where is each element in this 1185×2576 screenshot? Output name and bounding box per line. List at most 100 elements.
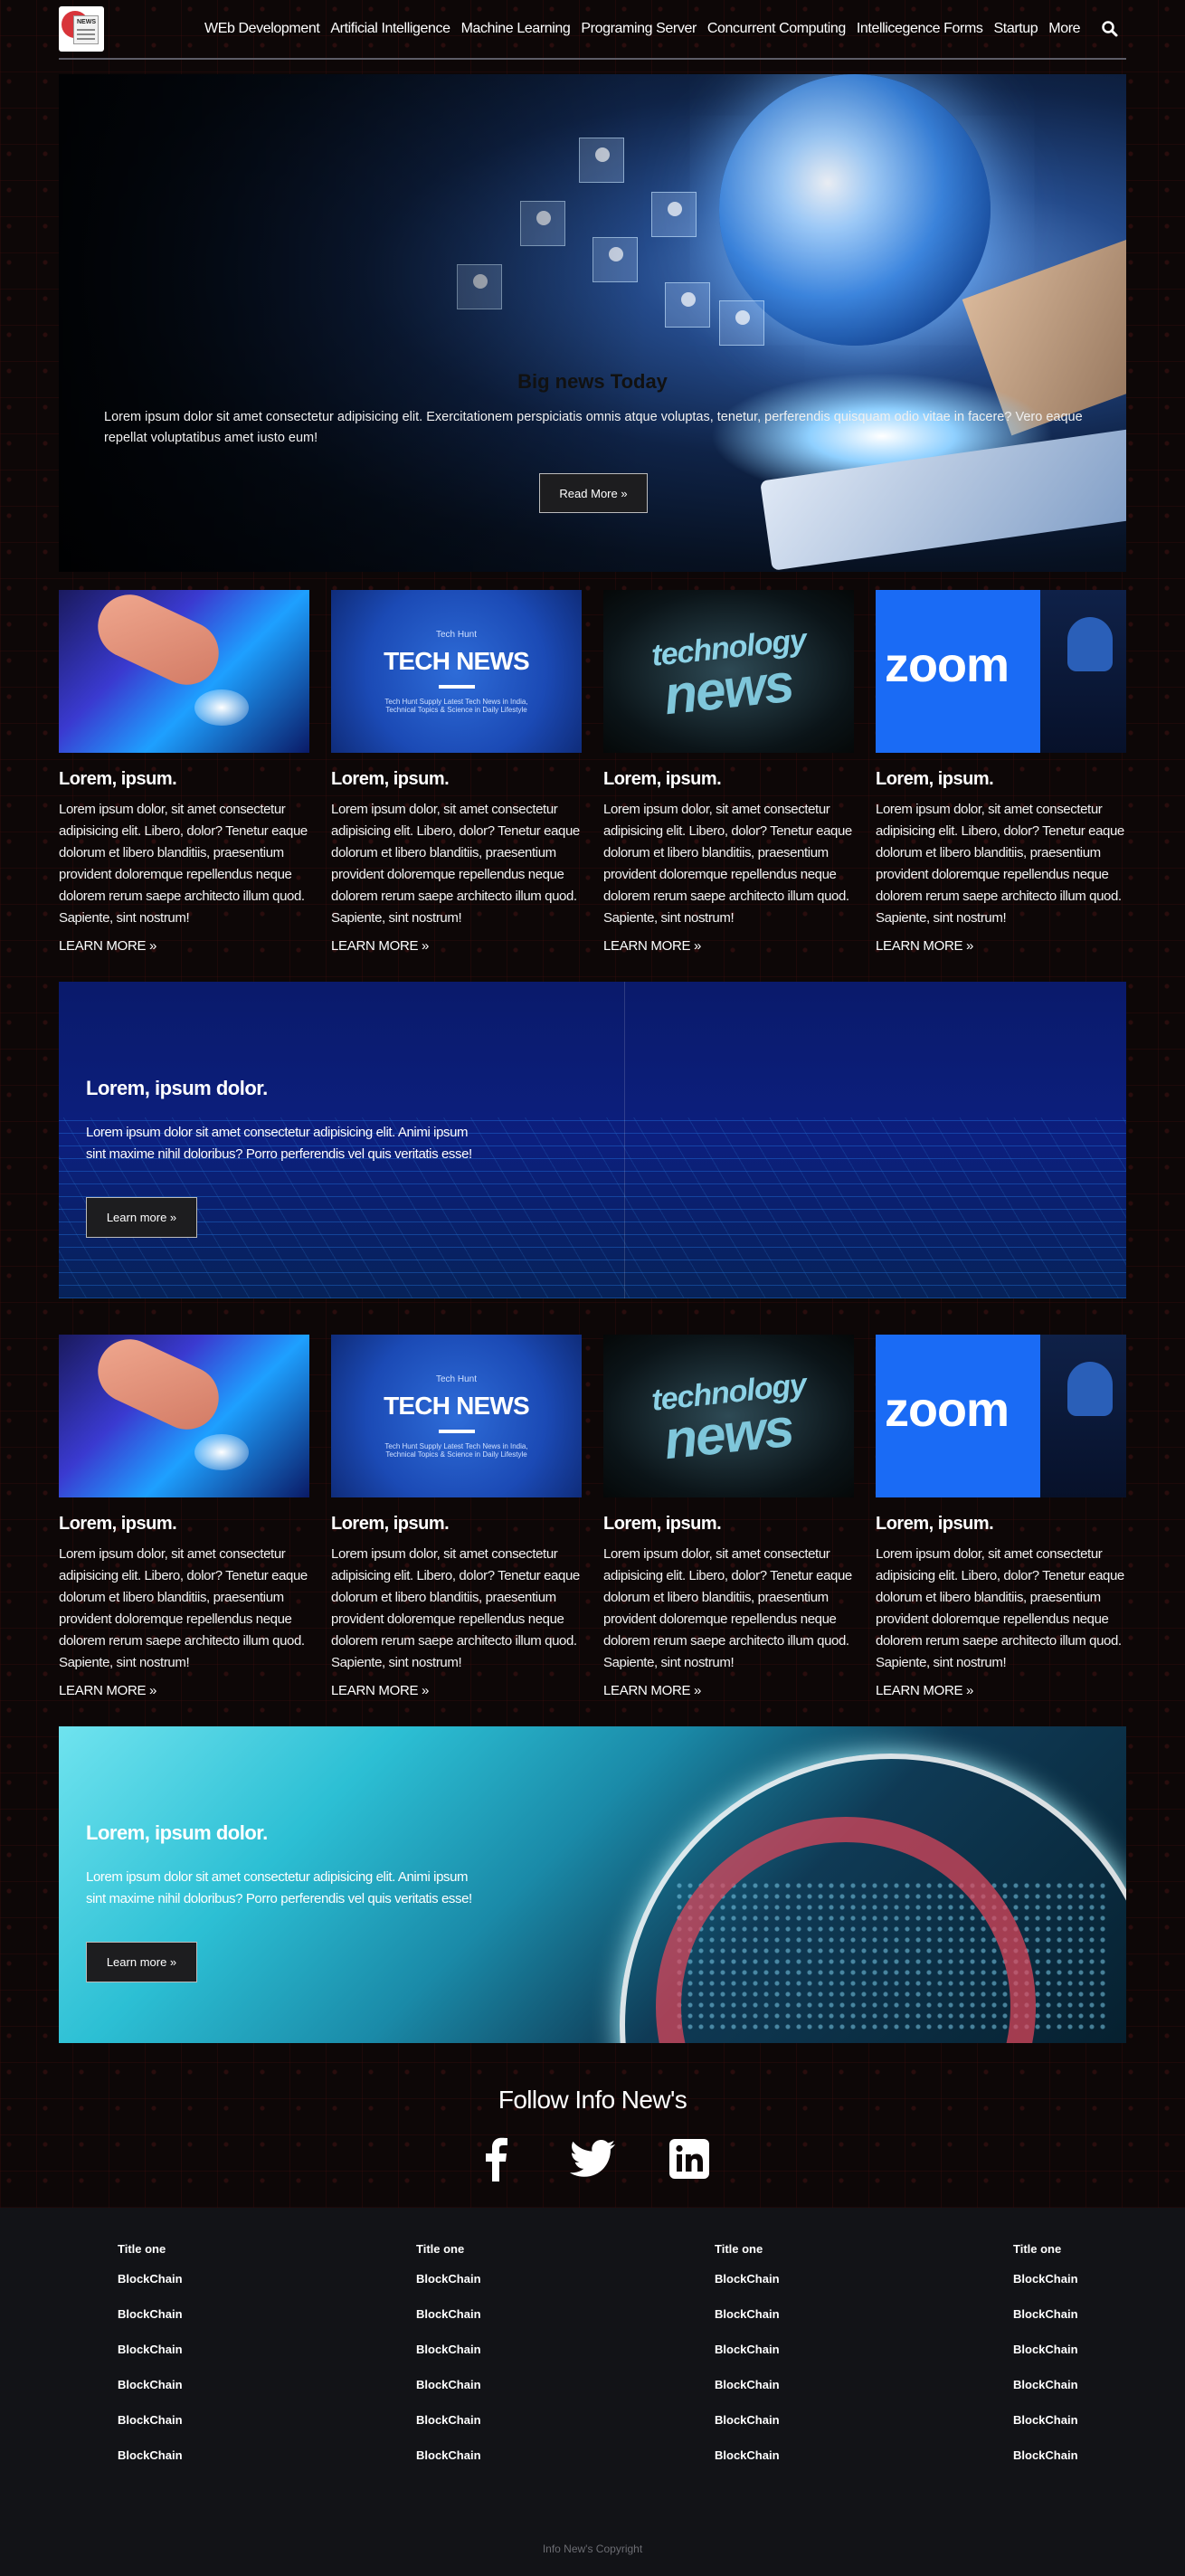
learn-more-link[interactable]: LEARN MORE » — [59, 1683, 309, 1698]
hero-banner: Big news Today Lorem ipsum dolor sit ame… — [59, 74, 1126, 572]
hand-tablet-image[interactable] — [59, 1335, 309, 1497]
card-row-2: Lorem, ipsum. Lorem ipsum dolor, sit ame… — [59, 1335, 1126, 1698]
profile-tile-icon — [651, 192, 697, 237]
logo-newspaper-icon: NEWS — [73, 15, 99, 44]
footer-column: Title one BlockChain BlockChain BlockCha… — [416, 2242, 597, 2484]
top-navbar: NEWS WEb Development Artificial Intellig… — [59, 0, 1126, 60]
footer-column-title: Title one — [416, 2242, 465, 2256]
footer-link[interactable]: BlockChain — [416, 2272, 597, 2307]
learn-more-link[interactable]: LEARN MORE » — [876, 1683, 1126, 1698]
footer-link[interactable]: BlockChain — [715, 2448, 896, 2484]
footer-column: Title one BlockChain BlockChain BlockCha… — [715, 2242, 896, 2484]
twitter-icon[interactable] — [569, 2135, 616, 2182]
footer-link[interactable]: BlockChain — [118, 2307, 299, 2343]
footer-link[interactable]: BlockChain — [416, 2343, 597, 2378]
news-text: news — [661, 651, 796, 726]
zoom-image[interactable]: zoom — [876, 1335, 1126, 1497]
footer-link[interactable]: BlockChain — [715, 2343, 896, 2378]
footer-link[interactable]: BlockChain — [1013, 2378, 1149, 2413]
footer-link[interactable]: BlockChain — [715, 2413, 896, 2448]
footer-link[interactable]: BlockChain — [715, 2378, 896, 2413]
technology-news-image[interactable]: technology news — [603, 1335, 854, 1497]
footer-link[interactable]: BlockChain — [118, 2378, 299, 2413]
article-card: Lorem, ipsum. Lorem ipsum dolor, sit ame… — [59, 1335, 309, 1698]
card-title: Lorem, ipsum. — [59, 1514, 177, 1534]
card-title: Lorem, ipsum. — [331, 769, 450, 789]
nav-item-intellicegence-forms[interactable]: Intellicegence Forms — [851, 21, 989, 37]
logo-text: NEWS — [77, 19, 96, 25]
card-title: Lorem, ipsum. — [603, 1514, 722, 1534]
article-card: technology news Lorem, ipsum. Lorem ipsu… — [603, 1335, 854, 1698]
site-logo[interactable]: NEWS — [59, 6, 104, 52]
zoom-wordmark: zoom — [885, 638, 1010, 692]
card-text: Lorem ipsum dolor, sit amet consectetur … — [59, 1546, 308, 1670]
facebook-icon[interactable] — [472, 2135, 519, 2182]
card-title: Lorem, ipsum. — [603, 769, 722, 789]
card-title: Lorem, ipsum. — [876, 1514, 994, 1534]
tech-image-small-text: Tech Hunt — [435, 629, 478, 640]
card-text: Lorem ipsum dolor, sit amet consectetur … — [59, 802, 308, 926]
footer-link[interactable]: BlockChain — [1013, 2413, 1149, 2448]
footer-link[interactable]: BlockChain — [118, 2272, 299, 2307]
zoom-image[interactable]: zoom — [876, 590, 1126, 753]
hand-tablet-image[interactable] — [59, 590, 309, 753]
footer-link[interactable]: BlockChain — [416, 2378, 597, 2413]
light-ring — [620, 1754, 1126, 2043]
card-text: Lorem ipsum dolor, sit amet consectetur … — [876, 802, 1124, 926]
zoom-wordmark: zoom — [885, 1383, 1010, 1437]
footer-link[interactable]: BlockChain — [118, 2413, 299, 2448]
tech-image-subtitle: Tech Hunt Supply Latest Tech News in Ind… — [384, 697, 528, 714]
banner-divider — [624, 982, 625, 1298]
footer-link[interactable]: BlockChain — [1013, 2448, 1149, 2484]
footer-link[interactable]: BlockChain — [1013, 2343, 1149, 2378]
footer-link[interactable]: BlockChain — [1013, 2272, 1149, 2307]
footer-link[interactable]: BlockChain — [416, 2307, 597, 2343]
article-card: Tech Hunt TECH NEWS Tech Hunt Supply Lat… — [331, 590, 582, 954]
tech-news-image[interactable]: Tech Hunt TECH NEWS Tech Hunt Supply Lat… — [331, 590, 582, 753]
hacker-figure — [1040, 1335, 1126, 1497]
footer-link[interactable]: BlockChain — [416, 2448, 597, 2484]
card-text: Lorem ipsum dolor, sit amet consectetur … — [331, 1546, 580, 1670]
card-text: Lorem ipsum dolor, sit amet consectetur … — [331, 802, 580, 926]
banner-title: Lorem, ipsum dolor. — [86, 1821, 268, 1844]
article-card: Lorem, ipsum. Lorem ipsum dolor, sit ame… — [59, 590, 309, 954]
learn-more-button[interactable]: Learn more » — [86, 1197, 197, 1238]
nav-item-programing-server[interactable]: Programing Server — [575, 21, 701, 37]
tech-news-image[interactable]: Tech Hunt TECH NEWS Tech Hunt Supply Lat… — [331, 1335, 582, 1497]
read-more-button[interactable]: Read More » — [539, 473, 648, 513]
follow-title: Follow Info New's — [498, 2086, 687, 2114]
card-text: Lorem ipsum dolor, sit amet consectetur … — [603, 1546, 852, 1670]
footer-link[interactable]: BlockChain — [715, 2272, 896, 2307]
footer-link[interactable]: BlockChain — [118, 2448, 299, 2484]
tech-image-subtitle: Tech Hunt Supply Latest Tech News in Ind… — [384, 1441, 528, 1459]
learn-more-link[interactable]: LEARN MORE » — [603, 1683, 854, 1698]
footer-link[interactable]: BlockChain — [416, 2413, 597, 2448]
footer: Title one BlockChain BlockChain BlockCha… — [0, 2208, 1185, 2576]
hero-text: Lorem ipsum dolor sit amet consectetur a… — [104, 410, 1083, 445]
search-icon[interactable] — [1101, 20, 1119, 38]
card-row-1: Lorem, ipsum. Lorem ipsum dolor, sit ame… — [59, 590, 1126, 954]
nav-item-more[interactable]: More — [1043, 21, 1085, 37]
footer-link[interactable]: BlockChain — [1013, 2307, 1149, 2343]
learn-more-link[interactable]: LEARN MORE » — [331, 1683, 582, 1698]
nav-item-artificial-intelligence[interactable]: Artificial Intelligence — [325, 21, 455, 37]
profile-tile-icon — [719, 300, 764, 346]
card-title: Lorem, ipsum. — [331, 1514, 450, 1534]
learn-more-button[interactable]: Learn more » — [86, 1942, 197, 1982]
footer-link[interactable]: BlockChain — [715, 2307, 896, 2343]
promo-banner-teal: Lorem, ipsum dolor. Lorem ipsum dolor si… — [59, 1726, 1126, 2043]
nav-item-web-development[interactable]: WEb Development — [199, 21, 325, 37]
hero-title: Big news Today — [517, 370, 668, 393]
linkedin-icon[interactable] — [666, 2135, 713, 2182]
banner-title: Lorem, ipsum dolor. — [86, 1077, 268, 1099]
nav-item-machine-learning[interactable]: Machine Learning — [456, 21, 576, 37]
learn-more-link[interactable]: LEARN MORE » — [331, 938, 582, 954]
nav-item-concurrent-computing[interactable]: Concurrent Computing — [702, 21, 851, 37]
nav-item-startup[interactable]: Startup — [989, 21, 1044, 37]
profile-tile-icon — [665, 282, 710, 328]
learn-more-link[interactable]: LEARN MORE » — [876, 938, 1126, 954]
learn-more-link[interactable]: LEARN MORE » — [59, 938, 309, 954]
footer-link[interactable]: BlockChain — [118, 2343, 299, 2378]
learn-more-link[interactable]: LEARN MORE » — [603, 938, 854, 954]
technology-news-image[interactable]: technology news — [603, 590, 854, 753]
